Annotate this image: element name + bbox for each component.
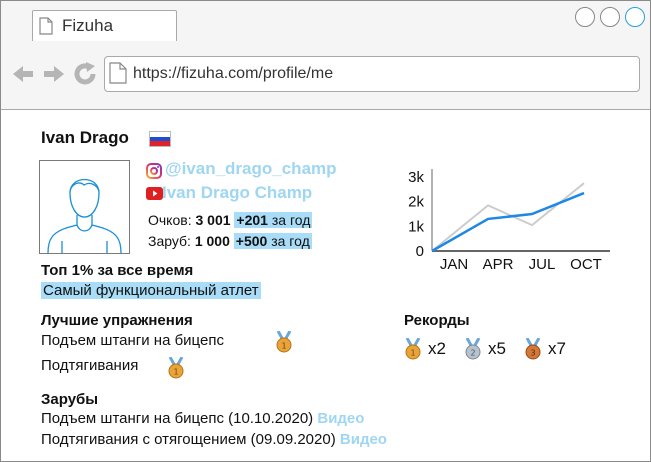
- chart-x-tick-label: APR: [483, 256, 514, 273]
- silver-record-count: x5: [488, 339, 506, 358]
- bronze-medal-icon: 3: [525, 338, 541, 360]
- maximize-button[interactable]: [600, 7, 620, 27]
- person-placeholder-icon: [47, 179, 122, 254]
- instagram-link[interactable]: @ivan_drago_champ: [165, 159, 337, 179]
- gold-medal-icon: 1: [405, 338, 421, 360]
- svg-text:2: 2: [470, 349, 475, 358]
- progress-chart-svg: 0 1k 2k 3k JAN APR JUL OCT: [408, 169, 610, 273]
- rank-badge: Самый функциональный атлет: [41, 282, 261, 299]
- svg-text:1: 1: [281, 342, 286, 351]
- browser-window: Fizuha https://fizuha.com/profile/me Iva…: [0, 0, 651, 462]
- best-exercise-item[interactable]: Подтягивания: [41, 357, 138, 374]
- browser-tab[interactable]: Fizuha: [32, 10, 177, 41]
- russia-flag-icon: [149, 131, 171, 147]
- chart-y-tick-label: 2k: [408, 194, 424, 211]
- chart-series-line: [431, 191, 585, 253]
- lifts-stat: Заруб: 1 000 +500 за год: [148, 233, 312, 249]
- forward-arrow-icon[interactable]: [42, 63, 66, 85]
- back-arrow-icon[interactable]: [11, 63, 35, 85]
- lifts-log-item: Подтягивания с отягощением (09.09.2020) …: [41, 431, 387, 448]
- svg-text:3: 3: [530, 349, 535, 358]
- lifts-delta: +500: [235, 233, 268, 249]
- rank-title: Топ 1% за все время: [41, 262, 194, 279]
- lifts-log-title: Зарубы: [41, 391, 99, 408]
- bronze-record-count: x7: [548, 339, 566, 358]
- lifts-log-text: Подтягивания с отягощением (09.09.2020): [41, 431, 336, 448]
- profile-name: Ivan Drago: [41, 128, 129, 147]
- best-exercises-title: Лучшие упражнения: [41, 312, 193, 329]
- svg-text:1: 1: [173, 368, 178, 377]
- svg-text:1: 1: [410, 349, 415, 358]
- gold-record-count: x2: [428, 339, 446, 358]
- points-period: за год: [271, 212, 311, 228]
- silver-medal-icon: 2: [465, 338, 481, 360]
- video-link[interactable]: Видео: [317, 410, 364, 427]
- minimize-button[interactable]: [575, 7, 595, 27]
- close-button[interactable]: [625, 7, 645, 27]
- document-icon: [39, 17, 53, 35]
- gold-medal-icon: 1: [168, 357, 184, 379]
- instagram-icon: [146, 163, 162, 179]
- gold-medal-icon: 1: [276, 331, 292, 353]
- points-label: Очков:: [148, 212, 192, 228]
- reload-icon[interactable]: [72, 61, 98, 87]
- lifts-value: 1 000: [194, 233, 230, 249]
- points-value: 3 001: [195, 212, 231, 228]
- lifts-period: за год: [271, 233, 310, 249]
- progress-chart: 0 1k 2k 3k JAN APR JUL OCT: [376, 159, 616, 282]
- best-exercise-item[interactable]: Подъем штанги на бицепс: [41, 332, 224, 349]
- url-text: https://fizuha.com/profile/me: [133, 65, 334, 82]
- points-stat: Очков: 3 001 +201 за год: [148, 212, 313, 228]
- video-link[interactable]: Видео: [340, 431, 387, 448]
- chart-y-tick-label: 3k: [408, 169, 424, 186]
- avatar[interactable]: [39, 160, 130, 254]
- page-icon: [109, 62, 127, 84]
- points-delta: +201: [236, 212, 268, 228]
- lifts-label: Заруб:: [148, 233, 191, 249]
- address-bar[interactable]: https://fizuha.com/profile/me: [104, 56, 640, 92]
- tab-title: Fizuha: [62, 16, 114, 35]
- chart-x-tick-label: JAN: [440, 256, 468, 273]
- points-growth-badge: +201 за год: [234, 212, 313, 228]
- lifts-log-text: Подъем штанги на бицепс (10.10.2020): [41, 410, 314, 427]
- chart-x-tick-label: OCT: [570, 256, 602, 273]
- lifts-growth-badge: +500 за год: [233, 233, 312, 249]
- chart-x-tick-label: JUL: [529, 256, 556, 273]
- youtube-icon: [146, 187, 163, 200]
- records-title: Рекорды: [404, 312, 470, 329]
- youtube-link[interactable]: Ivan Drago Champ: [162, 183, 312, 203]
- lifts-log-item: Подъем штанги на бицепс (10.10.2020) Вид…: [41, 410, 364, 427]
- chart-y-tick-label: 0: [416, 243, 424, 260]
- browser-chrome: Fizuha https://fizuha.com/profile/me: [1, 1, 650, 110]
- rank-badge-text: Самый функциональный атлет: [41, 282, 261, 299]
- chart-y-tick-label: 1k: [408, 218, 424, 235]
